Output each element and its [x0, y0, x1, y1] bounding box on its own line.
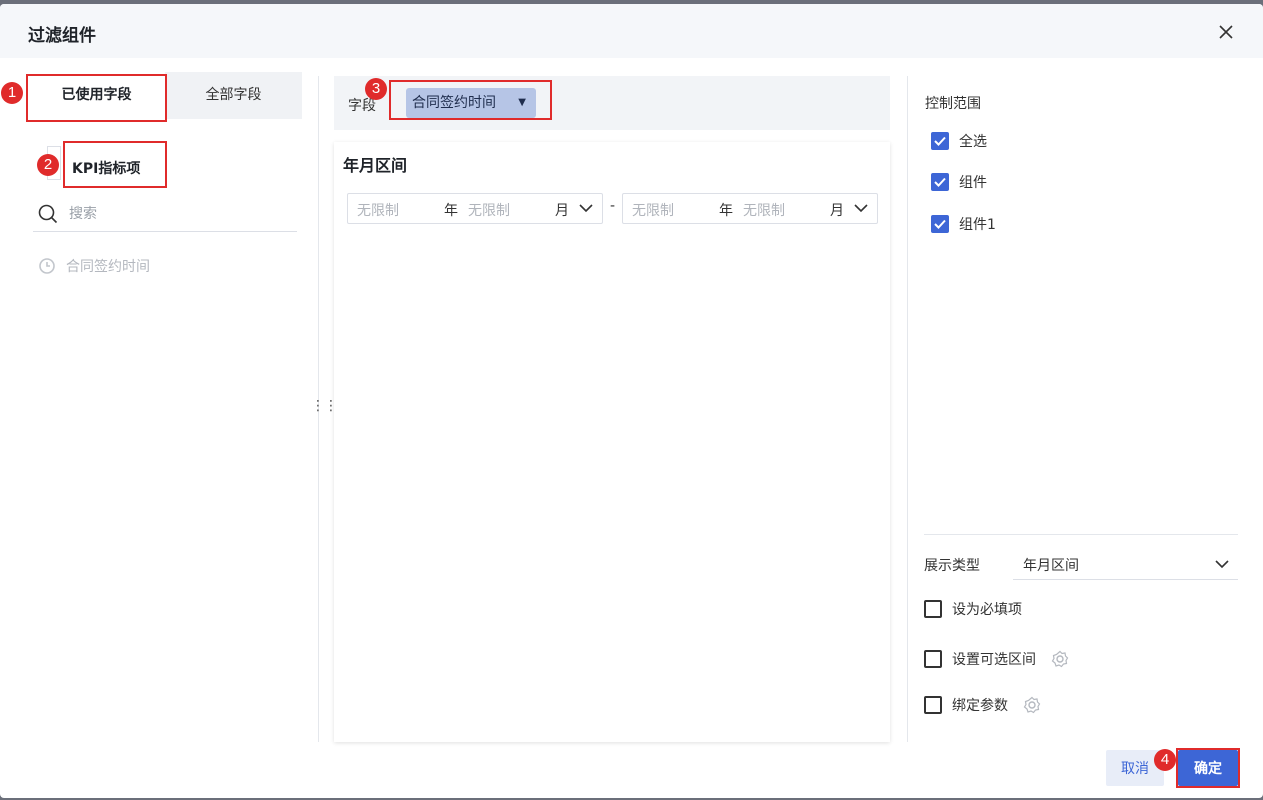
option-bind-parameter[interactable]: 绑定参数 [924, 694, 1042, 716]
checkbox-checked-icon[interactable] [931, 215, 949, 233]
end-month-placeholder: 无限制 [743, 203, 785, 219]
checkbox-checked-icon[interactable] [931, 132, 949, 150]
start-month-unit: 月 [555, 203, 569, 219]
preview-title: 年月区间 [343, 156, 408, 175]
close-icon[interactable] [1216, 22, 1236, 42]
start-month-placeholder: 无限制 [468, 203, 510, 219]
field-chip[interactable]: 合同签约时间 ▼ [406, 88, 536, 118]
scope-component-1[interactable]: 组件1 [931, 214, 996, 234]
tab-used-fields[interactable]: 已使用字段 [28, 72, 165, 119]
scope-component[interactable]: 组件 [931, 172, 987, 192]
annotation-badge-4: 4 [1154, 749, 1176, 771]
dialog-title: 过滤组件 [28, 26, 96, 46]
range-separator: - [610, 198, 616, 214]
gear-icon[interactable] [1022, 695, 1042, 715]
confirm-button[interactable]: 确定 [1178, 750, 1238, 786]
start-year-unit: 年 [444, 203, 458, 219]
scope-label: 组件 [959, 175, 987, 191]
filter-component-dialog: 过滤组件 已使用字段 全部字段 KPI指标项 搜索 合同签约时间 ⋮⋮ 字段 合… [0, 4, 1263, 798]
display-type-label: 展示类型 [924, 558, 980, 574]
search-icon [38, 204, 58, 224]
start-range-input[interactable]: 无限制 年 无限制 月 [347, 193, 603, 224]
filter-preview: 年月区间 无限制 年 无限制 月 - 无限制 年 无限制 月 [334, 142, 890, 742]
option-required[interactable]: 设为必填项 [924, 598, 1022, 620]
field-item-label: 合同签约时间 [66, 259, 150, 275]
chevron-down-icon[interactable] [578, 202, 594, 214]
checkbox-unchecked-icon[interactable] [924, 696, 942, 714]
checkbox-unchecked-icon[interactable] [924, 650, 942, 668]
selected-component-item[interactable]: KPI指标项 [72, 158, 140, 178]
clock-icon [39, 258, 55, 274]
end-year-placeholder: 无限制 [632, 203, 674, 219]
checkbox-unchecked-icon[interactable] [924, 600, 942, 618]
list-item-field[interactable]: 合同签约时间 [38, 254, 150, 278]
display-type-select[interactable]: 年月区间 [1013, 550, 1238, 580]
scope-select-all[interactable]: 全选 [931, 131, 987, 151]
end-year-unit: 年 [719, 203, 733, 219]
option-selectable-range[interactable]: 设置可选区间 [924, 648, 1070, 670]
display-type-value: 年月区间 [1023, 558, 1079, 574]
field-chip-label: 合同签约时间 [412, 95, 496, 111]
option-label: 设置可选区间 [952, 652, 1036, 668]
end-range-input[interactable]: 无限制 年 无限制 月 [622, 193, 878, 224]
annotation-badge-1: 1 [1, 82, 23, 104]
control-scope-label: 控制范围 [925, 96, 981, 112]
section-divider [924, 534, 1238, 535]
gear-icon[interactable] [1050, 649, 1070, 669]
field-tabs: 已使用字段 全部字段 [28, 72, 302, 119]
caret-down-icon: ▼ [518, 97, 526, 108]
dialog-header: 过滤组件 [0, 4, 1263, 58]
scope-label: 全选 [959, 134, 987, 150]
chevron-down-icon[interactable] [853, 202, 869, 214]
search-placeholder: 搜索 [69, 206, 97, 222]
field-bar: 字段 合同签约时间 ▼ [334, 76, 890, 130]
panel-divider-right [907, 76, 908, 742]
annotation-badge-2: 2 [37, 154, 59, 176]
chevron-down-icon [1215, 560, 1229, 569]
end-month-unit: 月 [830, 203, 844, 219]
tab-all-fields[interactable]: 全部字段 [165, 72, 302, 119]
option-label: 设为必填项 [952, 602, 1022, 618]
search-input[interactable]: 搜索 [33, 194, 297, 232]
annotation-badge-3: 3 [365, 78, 387, 100]
checkbox-checked-icon[interactable] [931, 173, 949, 191]
option-label: 绑定参数 [952, 698, 1008, 714]
scope-label: 组件1 [959, 217, 996, 233]
start-year-placeholder: 无限制 [357, 203, 399, 219]
